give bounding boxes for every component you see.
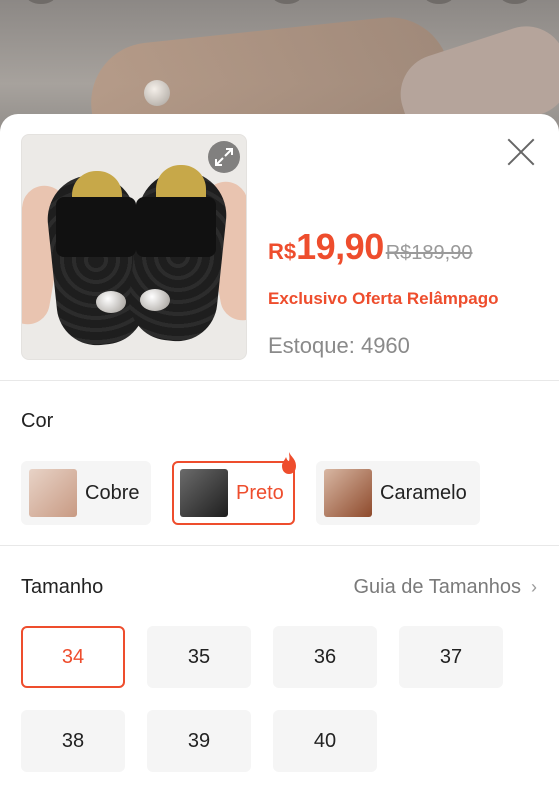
stock-count: Estoque: 4960 <box>268 333 410 358</box>
price-row: R$ 19,90 R$189,90 <box>268 226 472 268</box>
sandal-strap-right <box>136 197 216 257</box>
size-option-35[interactable]: 35 <box>147 626 251 688</box>
flash-sale-label: Exclusivo Oferta Relâmpago <box>268 289 499 308</box>
color-option-cobre[interactable]: Cobre <box>21 461 151 525</box>
sandal-ornament-right <box>140 289 170 311</box>
size-guide-link[interactable]: Guia de Tamanhos › <box>353 576 537 599</box>
sandal-ornament-left <box>96 291 126 313</box>
size-option-36[interactable]: 36 <box>273 626 377 688</box>
size-section-title: Tamanho <box>21 576 104 598</box>
divider <box>0 545 559 546</box>
expand-icon[interactable] <box>208 141 240 173</box>
size-option-39[interactable]: 39 <box>147 710 251 772</box>
chevron-right-icon: › <box>531 577 537 597</box>
current-price: 19,90 <box>296 226 384 267</box>
color-option-preto[interactable]: Preto <box>172 452 296 525</box>
size-option-34[interactable]: 34 <box>21 626 125 688</box>
color-swatch-image <box>180 469 228 517</box>
close-icon[interactable] <box>505 136 537 168</box>
background-dot <box>424 0 454 4</box>
fire-icon <box>282 452 296 474</box>
divider <box>0 380 559 381</box>
color-option-label: Caramelo <box>380 481 467 504</box>
size-option-40[interactable]: 40 <box>273 710 377 772</box>
size-guide-label: Guia de Tamanhos <box>353 576 521 598</box>
color-swatch-image <box>324 469 372 517</box>
size-option-37[interactable]: 37 <box>399 626 503 688</box>
color-section-title: Cor <box>21 410 54 432</box>
color-option-label: Cobre <box>85 481 140 504</box>
color-swatch-image <box>29 469 77 517</box>
background-dot <box>500 0 530 4</box>
size-option-38[interactable]: 38 <box>21 710 125 772</box>
sandal-strap-left <box>56 197 136 257</box>
color-option-caramelo[interactable]: Caramelo <box>316 461 480 525</box>
product-thumbnail[interactable] <box>21 134 247 360</box>
background-gem <box>144 80 170 106</box>
variation-bottom-sheet: R$ 19,90 R$189,90 Exclusivo Oferta Relâm… <box>0 114 559 800</box>
price-currency: R$ <box>268 239 297 264</box>
background-dot <box>272 0 302 4</box>
color-option-label: Preto <box>236 481 284 504</box>
background-dot <box>26 0 56 4</box>
original-price: R$189,90 <box>385 242 473 264</box>
